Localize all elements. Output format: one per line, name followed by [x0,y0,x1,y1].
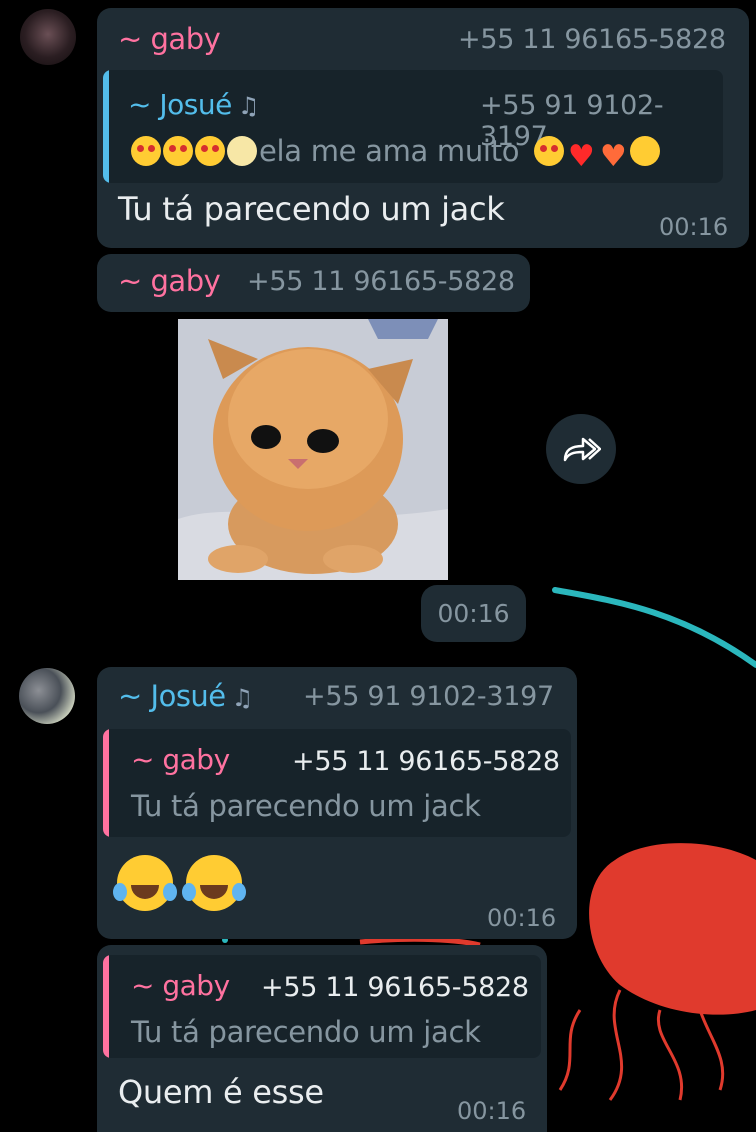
sticker-time-pill: 00:16 [421,585,526,642]
quoted-sender-name: ~ Josué ♫ [128,88,259,121]
message-time: 00:16 [659,213,729,241]
heart-eyes-emoji [131,136,161,166]
relieved-face-emoji [630,136,661,166]
heart-eyes-emoji [195,136,225,166]
quoted-sender-name: ~ gaby [131,969,230,1002]
sender-header-bubble[interactable]: ~ gaby +55 11 96165-5828 [97,254,530,312]
heart-eyes-emoji [534,136,565,166]
message-bubble[interactable]: ~ Josué ♫ +55 91 9102-3197 ~ gaby +55 11 … [97,667,577,939]
quoted-text: ela me ama muito ♥ ♥ [131,134,662,172]
sender-name[interactable]: ~ gaby [118,264,221,298]
heart-eyes-emoji [163,136,193,166]
red-heart-emoji: ♥ [567,139,595,174]
message-time: 00:16 [457,1097,527,1125]
sender-name[interactable]: ~ gaby [118,22,221,56]
quoted-sender-phone: +55 11 96165-5828 [261,972,529,1003]
forward-icon [563,437,601,462]
full-moon-face-emoji [227,136,257,166]
kitten-illustration [178,319,448,580]
message-text: Tu tá parecendo um jack [118,190,505,228]
avatar-josue[interactable] [19,668,75,724]
music-notes-icon: ♫ [237,92,260,120]
burning-heart-emoji: ♥ [599,139,627,174]
quote-bar [103,70,109,183]
message-time: 00:16 [437,599,510,628]
sender-phone: +55 91 9102-3197 [303,681,554,712]
tears-of-joy-emoji [182,855,247,911]
tears-of-joy-emoji [113,855,177,911]
quote-bar [103,955,109,1058]
avatar-gaby[interactable] [20,9,76,65]
emoji-row [113,855,247,911]
quoted-text: Tu tá parecendo um jack [131,789,481,823]
quote-bar [103,729,109,837]
quoted-sender-name: ~ gaby [131,743,230,776]
quoted-message[interactable]: ~ Josué ♫ +55 91 9102-3197 ela me ama mui… [103,70,723,183]
quoted-message[interactable]: ~ gaby +55 11 96165-5828 Tu tá parecendo… [103,729,571,837]
sender-phone: +55 11 96165-5828 [247,266,515,297]
message-bubble[interactable]: ~ gaby +55 11 96165-5828 ~ Josué ♫ +55 91… [97,8,749,248]
quoted-message[interactable]: ~ gaby +55 11 96165-5828 Tu tá parecendo… [103,955,541,1058]
quoted-sender-phone: +55 11 96165-5828 [292,746,560,777]
message-bubble[interactable]: ~ gaby +55 11 96165-5828 Tu tá parecendo… [97,945,547,1132]
forward-button[interactable] [546,414,616,484]
music-notes-icon: ♫ [231,684,254,712]
sender-name[interactable]: ~ Josué ♫ [118,679,253,713]
quoted-text: Tu tá parecendo um jack [131,1015,481,1049]
orange-kitten-sticker[interactable] [178,319,448,580]
sender-phone: +55 11 96165-5828 [458,24,726,55]
message-time: 00:16 [487,904,557,932]
message-text: Quem é esse [118,1073,324,1111]
